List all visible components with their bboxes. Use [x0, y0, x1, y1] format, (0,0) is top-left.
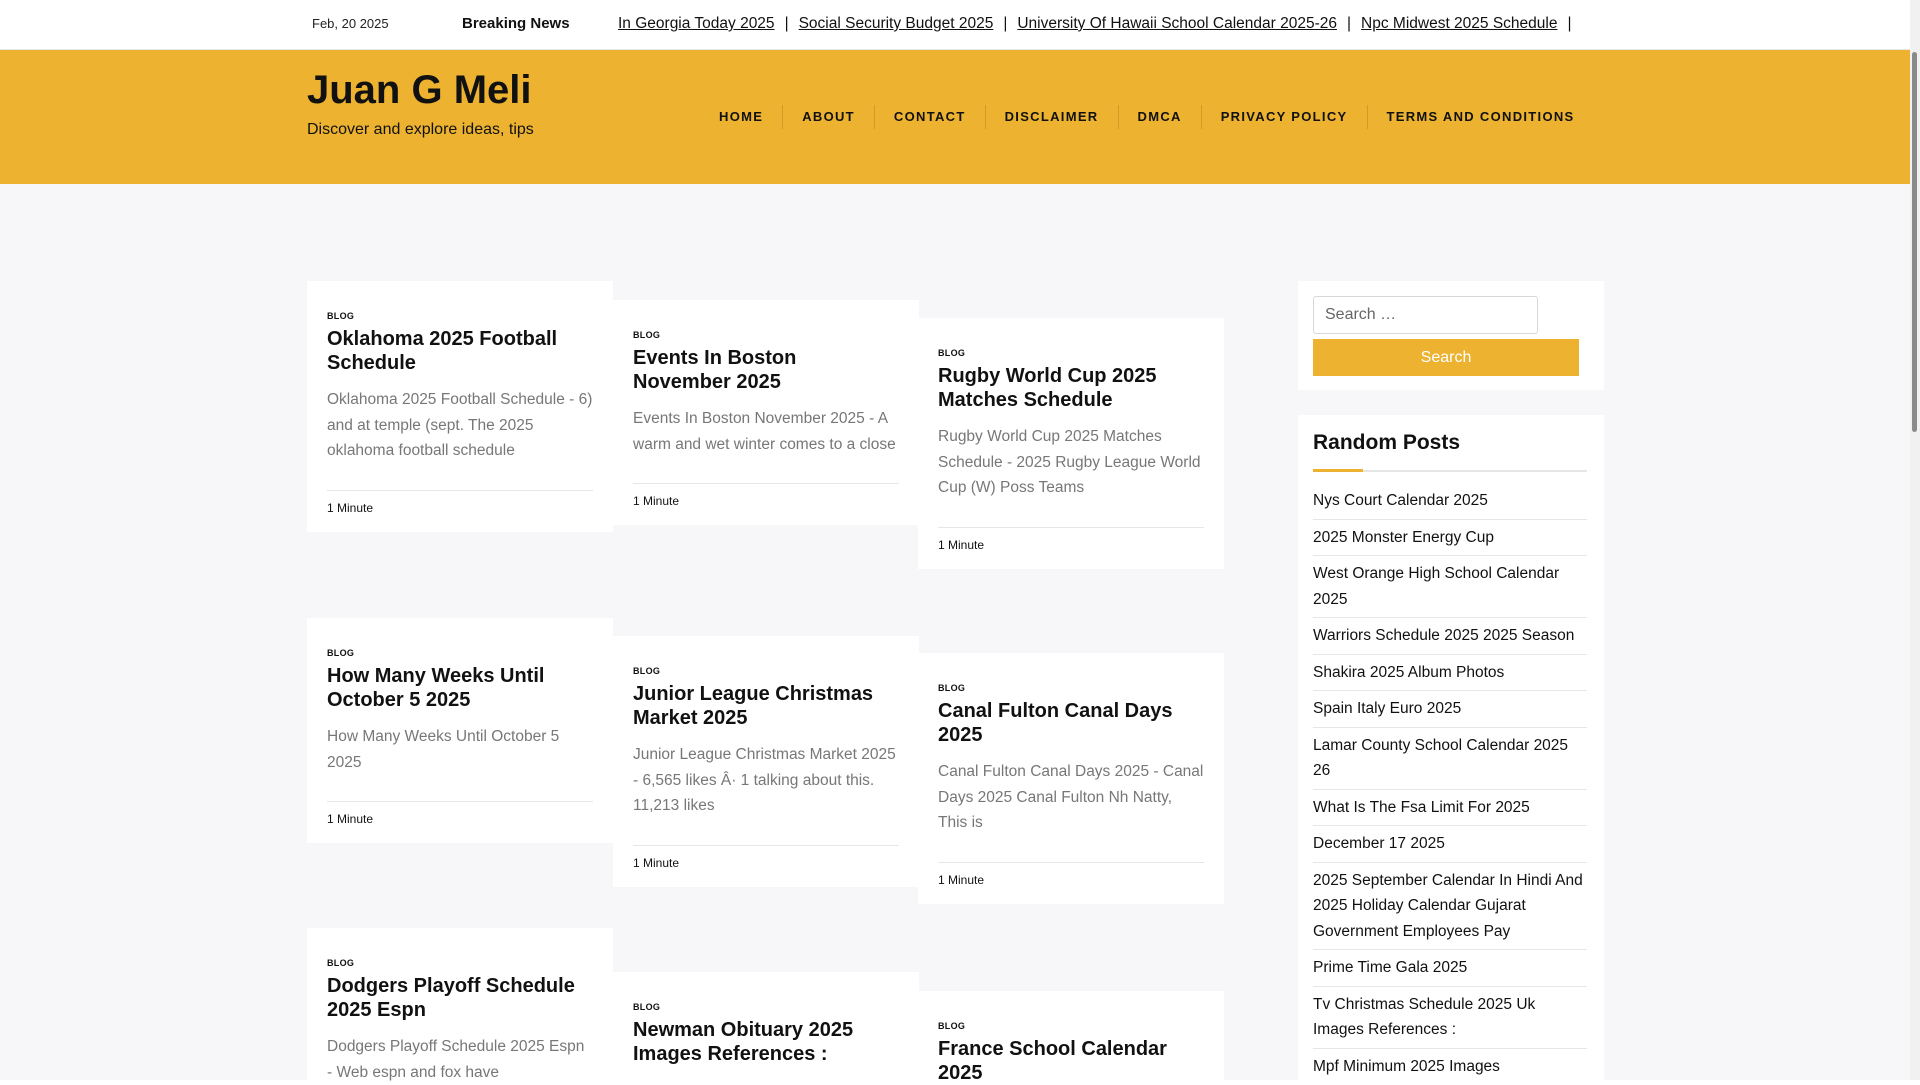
post-category[interactable]: BLOG [327, 648, 593, 658]
scrollbar-thumb[interactable] [1912, 52, 1917, 432]
search-button[interactable]: Search [1313, 339, 1579, 376]
random-post-link[interactable]: West Orange High School Calendar 2025 [1313, 561, 1587, 618]
widget-title: Random Posts [1313, 431, 1461, 454]
random-post-link[interactable]: Mpf Minimum 2025 Images [1313, 1054, 1587, 1081]
post-category[interactable]: BLOG [327, 311, 593, 321]
post-read-time: 1 Minute [327, 801, 593, 843]
post-category[interactable]: BLOG [327, 958, 593, 968]
post-read-time: 1 Minute [633, 483, 899, 525]
post-title[interactable]: How Many Weeks Until October 5 2025 [327, 664, 593, 712]
nav-about[interactable]: ABOUT [782, 105, 874, 129]
site-title[interactable]: Juan G Meli [307, 68, 532, 113]
nav-terms-and-conditions[interactable]: TERMS AND CONDITIONS [1366, 105, 1594, 129]
breaking-news-ticker: In Georgia Today 2025 | Social Security Bu… [618, 15, 1623, 37]
top-bar: Feb, 20 2025 Breaking News In Georgia To… [0, 0, 1910, 50]
post-card: BLOG Events In Boston November 2025 Even… [613, 300, 919, 525]
post-card: BLOG France School Calendar 2025 [918, 991, 1224, 1080]
post-category[interactable]: BLOG [938, 348, 1204, 358]
post-category[interactable]: BLOG [633, 666, 899, 676]
post-read-time: 1 Minute [633, 844, 899, 887]
main-navigation: HOME ABOUT CONTACT DISCLAIMER DMCA PRIVA… [700, 105, 1594, 129]
post-card: BLOG Newman Obituary 2025 Images Referen… [613, 972, 919, 1080]
post-title[interactable]: Oklahoma 2025 Football Schedule [327, 327, 593, 375]
ticker-link[interactable]: Social Security Budget 2025 [799, 15, 994, 32]
post-title[interactable]: France School Calendar 2025 [938, 1037, 1204, 1080]
post-excerpt: Oklahoma 2025 Football Schedule - 6) and… [327, 391, 593, 459]
ticker-separator: | [1567, 15, 1572, 32]
random-post-link[interactable]: 2025 September Calendar In Hindi And 202… [1313, 868, 1587, 950]
post-category[interactable]: BLOG [938, 1021, 1204, 1031]
random-post-link[interactable]: Nys Court Calendar 2025 [1313, 488, 1587, 520]
post-title[interactable]: Newman Obituary 2025 Images References : [633, 1018, 899, 1066]
nav-privacy-policy[interactable]: PRIVACY POLICY [1200, 105, 1367, 129]
post-title[interactable]: Events In Boston November 2025 [633, 346, 899, 394]
nav-disclaimer[interactable]: DISCLAIMER [984, 105, 1118, 129]
post-read-time: 1 Minute [327, 489, 593, 532]
random-post-link[interactable]: December 17 2025 [1313, 831, 1587, 863]
post-category[interactable]: BLOG [938, 683, 1204, 693]
post-card: BLOG Rugby World Cup 2025 Matches Schedu… [918, 318, 1224, 569]
post-excerpt: Canal Fulton Canal Days 2025 - Canal Day… [938, 763, 1204, 831]
ticker-link[interactable]: In Georgia Today 2025 [618, 15, 775, 32]
random-post-link[interactable]: What Is The Fsa Limit For 2025 [1313, 795, 1587, 826]
post-card: BLOG Dodgers Playoff Schedule 2025 Espn … [307, 928, 613, 1081]
post-card: BLOG Oklahoma 2025 Football Schedule Okl… [307, 281, 613, 532]
random-post-link[interactable]: Shakira 2025 Album Photos [1313, 660, 1587, 691]
random-post-link[interactable]: Spain Italy Euro 2025 [1313, 696, 1587, 728]
search-widget: Search [1298, 281, 1604, 390]
post-card: BLOG Junior League Christmas Market 2025… [613, 636, 919, 887]
post-excerpt: Rugby World Cup 2025 Matches Schedule - … [938, 428, 1201, 496]
breaking-news-label: Breaking News [462, 15, 570, 32]
ticker-separator: | [1003, 15, 1008, 32]
ticker-separator: | [1347, 15, 1352, 32]
random-post-link[interactable]: 2025 Monster Energy Cup [1313, 525, 1587, 556]
post-title[interactable]: Dodgers Playoff Schedule 2025 Espn [327, 974, 593, 1022]
nav-home[interactable]: HOME [700, 105, 782, 129]
random-posts-widget: Random Posts Nys Court Calendar 2025 202… [1298, 415, 1604, 1080]
post-category[interactable]: BLOG [633, 330, 899, 340]
nav-dmca[interactable]: DMCA [1117, 105, 1201, 129]
random-posts-list: Nys Court Calendar 2025 2025 Monster Ene… [1313, 488, 1587, 1080]
page-scrollbar[interactable] [1910, 0, 1920, 1080]
ticker-separator: | [784, 15, 789, 32]
random-post-link[interactable]: Warriors Schedule 2025 2025 Season [1313, 623, 1587, 655]
post-read-time: 1 Minute [938, 861, 1204, 904]
post-card: BLOG How Many Weeks Until October 5 2025… [307, 618, 613, 843]
widget-title-accent [1313, 469, 1363, 472]
ticker-link[interactable]: Npc Midwest 2025 Schedule [1361, 15, 1557, 32]
post-read-time: 1 Minute [938, 526, 1204, 569]
post-title[interactable]: Canal Fulton Canal Days 2025 [938, 699, 1204, 747]
random-post-link[interactable]: Lamar County School Calendar 2025 26 [1313, 733, 1587, 790]
search-input[interactable] [1313, 296, 1538, 334]
post-excerpt: How Many Weeks Until October 5 2025 [327, 728, 560, 771]
current-date: Feb, 20 2025 [312, 16, 389, 31]
post-excerpt: Dodgers Playoff Schedule 2025 Espn - Web… [327, 1038, 585, 1081]
post-excerpt: Junior League Christmas Market 2025 - 6,… [633, 746, 896, 814]
post-title[interactable]: Rugby World Cup 2025 Matches Schedule [938, 364, 1204, 412]
post-category[interactable]: BLOG [633, 1002, 899, 1012]
random-post-link[interactable]: Prime Time Gala 2025 [1313, 955, 1587, 987]
site-header: Juan G Meli Discover and explore ideas, … [0, 50, 1910, 184]
ticker-link[interactable]: University Of Hawaii School Calendar 202… [1017, 15, 1337, 32]
random-post-link[interactable]: Tv Christmas Schedule 2025 Uk Images Ref… [1313, 992, 1587, 1049]
post-excerpt: Events In Boston November 2025 - A warm … [633, 410, 896, 453]
site-description: Discover and explore ideas, tips [307, 121, 534, 138]
nav-contact[interactable]: CONTACT [873, 105, 985, 129]
post-title[interactable]: Junior League Christmas Market 2025 [633, 682, 899, 730]
post-card: BLOG Canal Fulton Canal Days 2025 Canal … [918, 653, 1224, 904]
